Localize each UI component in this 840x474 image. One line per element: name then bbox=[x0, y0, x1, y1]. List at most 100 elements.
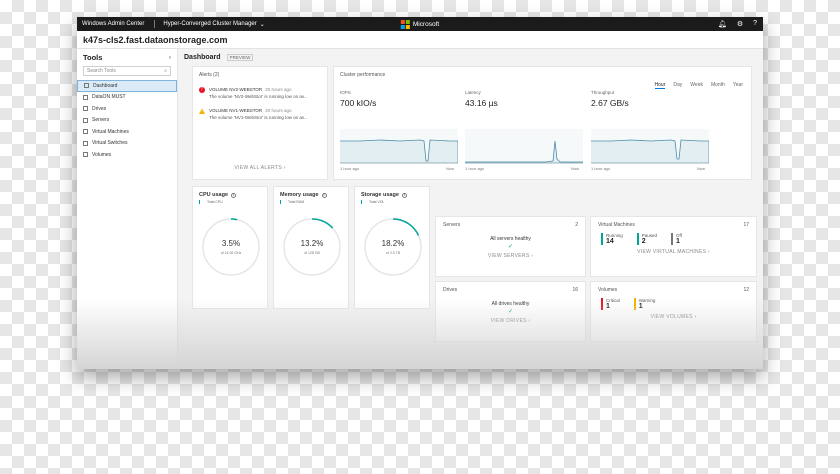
alerts-title: Alerts (2) bbox=[199, 72, 220, 78]
cluster-performance-card: Cluster performance Hour Day Week Month … bbox=[333, 66, 752, 180]
switch-icon bbox=[83, 140, 88, 146]
volume-critical-stat[interactable]: Critical 1 bbox=[601, 298, 620, 310]
alert-name: VOLUME NV2-WEBSTOR bbox=[209, 87, 263, 92]
critical-icon: ! bbox=[199, 87, 205, 93]
volume-icon bbox=[83, 152, 88, 158]
card-count: 12 bbox=[743, 287, 749, 293]
memory-usage-card: Memory usage i Total RAM 13.2% of 128 GB bbox=[273, 186, 349, 309]
tab-hour[interactable]: Hour bbox=[654, 82, 666, 89]
volume-warning-stat[interactable]: Warning 1 bbox=[633, 298, 655, 310]
sidebar-item-label: Servers bbox=[92, 117, 110, 124]
check-icon: ✓ bbox=[507, 244, 514, 250]
info-icon[interactable]: i bbox=[401, 192, 407, 198]
warning-icon: ! bbox=[199, 108, 205, 114]
tab-day[interactable]: Day bbox=[673, 82, 682, 89]
info-icon[interactable]: i bbox=[231, 192, 237, 198]
sidebar-item-virtual-machines[interactable]: Virtual Machines bbox=[77, 126, 177, 138]
brand-label: Microsoft bbox=[412, 20, 440, 28]
sidebar-item-drives[interactable]: Drives bbox=[77, 103, 177, 115]
memory-gauge: 13.2% of 128 GB bbox=[282, 217, 342, 277]
host-title: k47s-cls2.fast.dataonstorage.com bbox=[77, 31, 763, 49]
admin-center-window: Windows Admin Center Hyper-Converged Clu… bbox=[77, 17, 763, 369]
extension-icon bbox=[83, 94, 88, 100]
gauge-value: 3.5% bbox=[221, 239, 241, 248]
search-placeholder: Search Tools bbox=[87, 68, 116, 74]
card-title: Drives bbox=[443, 287, 458, 293]
gauge-title: CPU usage bbox=[199, 192, 229, 198]
alert-item[interactable]: ! VOLUME NV2-WEBSTOR 20 hours ago The vol… bbox=[193, 87, 327, 99]
volumes-card: Volumes 12 Critical 1 Warning 1 VIEW VOLUME… bbox=[590, 281, 757, 342]
metric-label: Throughput bbox=[591, 90, 615, 95]
sidebar-item-label: Drives bbox=[92, 105, 107, 112]
tab-month[interactable]: Month bbox=[711, 82, 725, 89]
cpu-usage-card: CPU usage i Total CPU 3.5% of 14.06 GHz bbox=[192, 186, 268, 309]
tab-year[interactable]: Year bbox=[733, 82, 743, 89]
gauge-value: 18.2% bbox=[381, 239, 405, 248]
sidebar-item-volumes[interactable]: Volumes bbox=[77, 149, 177, 161]
alert-text: The volume 'NV1-WebStor' is running low … bbox=[209, 115, 308, 120]
alert-item[interactable]: ! VOLUME NV1-WEBSTOR 20 hours ago The vol… bbox=[193, 108, 327, 120]
check-icon: ✓ bbox=[507, 309, 514, 315]
help-icon[interactable]: ? bbox=[753, 20, 757, 28]
alert-time: 20 hours ago bbox=[265, 87, 292, 92]
vm-paused-stat[interactable]: Paused 2 bbox=[636, 233, 657, 245]
card-title: Servers bbox=[443, 222, 461, 228]
microsoft-logo-icon bbox=[400, 19, 410, 29]
sidebar-item-virtual-switches[interactable]: Virtual Switches bbox=[77, 138, 177, 150]
tab-week[interactable]: Week bbox=[690, 82, 703, 89]
alert-text: The volume 'NV2-WebStor' is running low … bbox=[209, 94, 308, 99]
gauge-legend: Total CPU bbox=[199, 200, 267, 204]
servers-card: Servers 2 All servers healthy ✓ VIEW SERV… bbox=[435, 216, 586, 277]
preview-badge: PREVIEW bbox=[226, 53, 254, 61]
axis-end-label: Now bbox=[697, 166, 705, 171]
view-virtual-machines-link[interactable]: VIEW VIRTUAL MACHINES › bbox=[591, 249, 756, 255]
axis-end-label: Now bbox=[571, 166, 579, 171]
vm-running-stat[interactable]: Running 14 bbox=[601, 233, 623, 245]
gauge-capacity: of 2.5 TB bbox=[385, 251, 401, 255]
gauge-title: Memory usage bbox=[280, 192, 319, 198]
sidebar-item-servers[interactable]: Servers bbox=[77, 115, 177, 127]
vm-off-stat[interactable]: Off 1 bbox=[671, 233, 682, 245]
dashboard-icon bbox=[84, 83, 89, 89]
topbar-icons: 🔔︎ ⚙ ? bbox=[718, 20, 757, 28]
metric-value: 700 kIO/s bbox=[340, 98, 377, 108]
bell-icon[interactable]: 🔔︎ bbox=[718, 20, 727, 28]
app-name[interactable]: Windows Admin Center bbox=[82, 21, 144, 27]
view-volumes-link[interactable]: VIEW VOLUMES › bbox=[591, 314, 756, 320]
alert-time: 20 hours ago bbox=[265, 108, 292, 113]
gauge-legend: Total VOL bbox=[361, 200, 429, 204]
gauge-capacity: of 128 GB bbox=[304, 251, 320, 255]
view-all-alerts-link[interactable]: VIEW ALL ALERTS › bbox=[193, 165, 327, 171]
card-count: 2 bbox=[575, 222, 578, 228]
search-icon: ⌕ bbox=[164, 68, 167, 74]
metric-label: Latency bbox=[465, 90, 481, 95]
alert-name: VOLUME NV1-WEBSTOR bbox=[209, 108, 263, 113]
latency-sparkline: 1 hour ago Now bbox=[465, 129, 583, 171]
gauge-legend: Total RAM bbox=[280, 200, 348, 204]
view-servers-link[interactable]: VIEW SERVERS › bbox=[436, 253, 585, 259]
view-drives-link[interactable]: VIEW DRIVES › bbox=[436, 318, 585, 324]
storage-gauge: 18.2% of 2.5 TB bbox=[363, 217, 423, 277]
card-title: Volumes bbox=[598, 287, 618, 293]
card-count: 17 bbox=[743, 222, 749, 228]
info-icon[interactable]: i bbox=[321, 192, 327, 198]
throughput-sparkline: 1 hour ago Now bbox=[591, 129, 709, 171]
gear-icon[interactable]: ⚙ bbox=[737, 20, 743, 28]
sidebar-item-label: Dashboard bbox=[93, 82, 118, 89]
vm-icon bbox=[83, 129, 88, 135]
axis-start-label: 1 hour ago bbox=[591, 166, 611, 171]
iops-metric: IOPS 700 kIO/s bbox=[340, 90, 376, 108]
performance-title: Cluster performance bbox=[340, 72, 386, 78]
sidebar-item-dashboard[interactable]: Dashboard bbox=[77, 80, 177, 92]
manager-dropdown[interactable]: Hyper-Converged Cluster Manager ⌄ bbox=[163, 21, 264, 28]
metric-label: IOPS bbox=[340, 90, 351, 95]
sidebar-item-dataon-must[interactable]: DataON MUST bbox=[77, 92, 177, 104]
tools-title: Tools bbox=[83, 53, 103, 62]
virtual-machines-card: Virtual Machines 17 Running 14 Paused 2 Off… bbox=[590, 216, 757, 277]
sidebar-item-label: Virtual Switches bbox=[92, 140, 128, 147]
storage-usage-card: Storage usage i Total VOL 18.2% of 2.5 TB bbox=[354, 186, 430, 309]
collapse-icon[interactable]: ‹ bbox=[169, 55, 171, 61]
search-tools-input[interactable]: Search Tools ⌕ bbox=[83, 66, 171, 76]
drive-icon bbox=[83, 106, 88, 112]
drives-card: Drives 16 All drives healthy ✓ VIEW DRIVE… bbox=[435, 281, 586, 342]
